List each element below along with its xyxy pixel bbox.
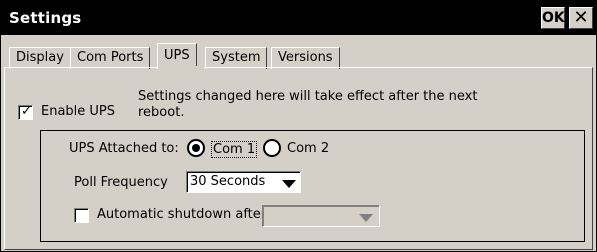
tab-label: Display [16,50,64,65]
close-icon: ✕ [573,7,589,28]
tab-label: System [212,50,261,65]
tab-versions[interactable]: Versions [271,47,340,69]
window-title: Settings [9,9,82,27]
tab-display[interactable]: Display [9,47,71,69]
tab-system[interactable]: System [205,47,268,69]
tab-strip: Display Com Ports UPS System Versions [1,35,596,69]
ok-button[interactable]: OK [541,7,565,29]
close-button[interactable]: ✕ [569,7,593,29]
tab-gap [159,66,204,69]
ups-panel [4,67,593,250]
tab-label: Versions [278,50,333,65]
tab-label: UPS [164,48,190,63]
settings-window: Settings OK ✕ Display Com Ports UPS Syst… [0,0,597,252]
title-bar: Settings OK ✕ [1,1,596,35]
tab-label: Com Ports [77,50,144,65]
tab-com-ports[interactable]: Com Ports [70,47,151,69]
